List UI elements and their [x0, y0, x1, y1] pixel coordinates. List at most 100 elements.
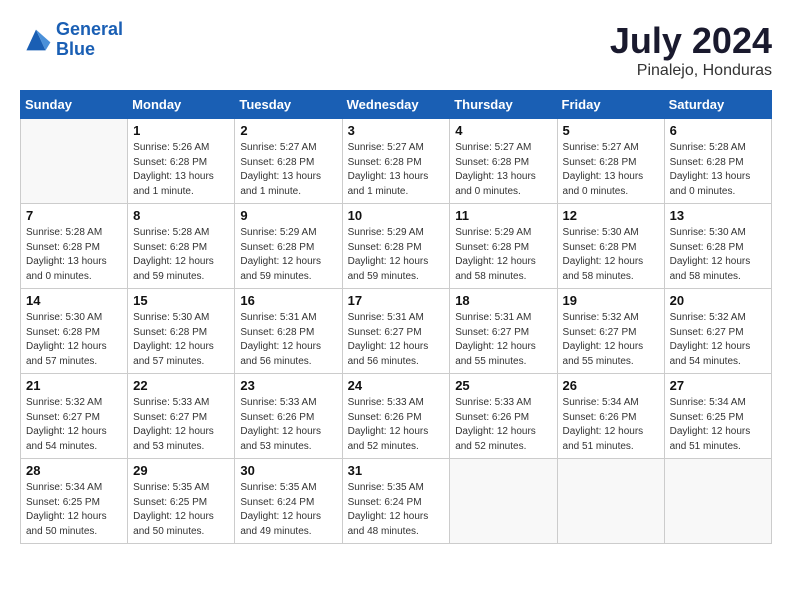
day-number: 9 — [240, 208, 336, 223]
calendar-cell: 2Sunrise: 5:27 AM Sunset: 6:28 PM Daylig… — [235, 119, 342, 204]
calendar-cell: 11Sunrise: 5:29 AM Sunset: 6:28 PM Dayli… — [450, 204, 557, 289]
weekday-sunday: Sunday — [21, 91, 128, 119]
calendar-header: SundayMondayTuesdayWednesdayThursdayFrid… — [21, 91, 772, 119]
day-number: 3 — [348, 123, 445, 138]
day-info: Sunrise: 5:31 AM Sunset: 6:28 PM Dayligh… — [240, 311, 336, 369]
day-info: Sunrise: 5:32 AM Sunset: 6:27 PM Dayligh… — [670, 311, 766, 369]
logo-line2: Blue — [56, 40, 123, 60]
day-info: Sunrise: 5:28 AM Sunset: 6:28 PM Dayligh… — [133, 226, 229, 284]
day-info: Sunrise: 5:27 AM Sunset: 6:28 PM Dayligh… — [455, 141, 551, 199]
logo-icon — [20, 26, 52, 54]
day-info: Sunrise: 5:32 AM Sunset: 6:27 PM Dayligh… — [26, 396, 122, 454]
day-number: 17 — [348, 293, 445, 308]
day-number: 5 — [563, 123, 659, 138]
calendar-cell: 18 Sunrise: 5:31 AM Sunset: 6:27 PM Dayli… — [450, 289, 557, 374]
calendar-cell: 5Sunrise: 5:27 AM Sunset: 6:28 PM Daylig… — [557, 119, 664, 204]
day-number: 21 — [26, 378, 122, 393]
weekday-monday: Monday — [128, 91, 235, 119]
week-row-5: 28 Sunrise: 5:34 AM Sunset: 6:25 PM Dayli… — [21, 459, 772, 544]
calendar-cell: 26Sunrise: 5:34 AM Sunset: 6:26 PM Dayli… — [557, 374, 664, 459]
day-number: 14 — [26, 293, 122, 308]
day-number: 4 — [455, 123, 551, 138]
calendar-cell: 21 Sunrise: 5:32 AM Sunset: 6:27 PM Dayli… — [21, 374, 128, 459]
day-number: 19 — [563, 293, 659, 308]
calendar-cell: 16 Sunrise: 5:31 AM Sunset: 6:28 PM Dayli… — [235, 289, 342, 374]
day-number: 25 — [455, 378, 551, 393]
calendar-cell: 4 Sunrise: 5:27 AM Sunset: 6:28 PM Daylig… — [450, 119, 557, 204]
calendar-cell: 15 Sunrise: 5:30 AM Sunset: 6:28 PM Dayli… — [128, 289, 235, 374]
calendar-cell: 20 Sunrise: 5:32 AM Sunset: 6:27 PM Dayli… — [664, 289, 771, 374]
calendar-cell: 13 Sunrise: 5:30 AM Sunset: 6:28 PM Dayli… — [664, 204, 771, 289]
day-number: 12 — [563, 208, 659, 223]
logo-text: General Blue — [56, 20, 123, 60]
day-number: 28 — [26, 463, 122, 478]
calendar-cell: 6Sunrise: 5:28 AM Sunset: 6:28 PM Daylig… — [664, 119, 771, 204]
day-number: 16 — [240, 293, 336, 308]
day-number: 30 — [240, 463, 336, 478]
week-row-3: 14 Sunrise: 5:30 AM Sunset: 6:28 PM Dayli… — [21, 289, 772, 374]
day-info: Sunrise: 5:29 AM Sunset: 6:28 PM Dayligh… — [348, 226, 445, 284]
day-number: 24 — [348, 378, 445, 393]
logo-line1: General — [56, 19, 123, 39]
weekday-wednesday: Wednesday — [342, 91, 450, 119]
day-info: Sunrise: 5:29 AM Sunset: 6:28 PM Dayligh… — [455, 226, 551, 284]
day-info: Sunrise: 5:33 AM Sunset: 6:26 PM Dayligh… — [348, 396, 445, 454]
calendar-cell: 31 Sunrise: 5:35 AM Sunset: 6:24 PM Dayli… — [342, 459, 450, 544]
week-row-4: 21 Sunrise: 5:32 AM Sunset: 6:27 PM Dayli… — [21, 374, 772, 459]
calendar-cell — [21, 119, 128, 204]
calendar-cell — [450, 459, 557, 544]
day-number: 15 — [133, 293, 229, 308]
day-info: Sunrise: 5:35 AM Sunset: 6:25 PM Dayligh… — [133, 481, 229, 539]
day-info: Sunrise: 5:35 AM Sunset: 6:24 PM Dayligh… — [240, 481, 336, 539]
day-number: 8 — [133, 208, 229, 223]
calendar-cell: 19 Sunrise: 5:32 AM Sunset: 6:27 PM Dayli… — [557, 289, 664, 374]
calendar-body: 1Sunrise: 5:26 AM Sunset: 6:28 PM Daylig… — [21, 119, 772, 544]
logo: General Blue — [20, 20, 123, 60]
day-number: 7 — [26, 208, 122, 223]
calendar-cell: 24 Sunrise: 5:33 AM Sunset: 6:26 PM Dayli… — [342, 374, 450, 459]
day-info: Sunrise: 5:32 AM Sunset: 6:27 PM Dayligh… — [563, 311, 659, 369]
location: Pinalejo, Honduras — [610, 62, 772, 80]
month-title: July 2024 — [610, 20, 772, 62]
day-info: Sunrise: 5:30 AM Sunset: 6:28 PM Dayligh… — [563, 226, 659, 284]
day-info: Sunrise: 5:30 AM Sunset: 6:28 PM Dayligh… — [133, 311, 229, 369]
week-row-1: 1Sunrise: 5:26 AM Sunset: 6:28 PM Daylig… — [21, 119, 772, 204]
day-info: Sunrise: 5:33 AM Sunset: 6:27 PM Dayligh… — [133, 396, 229, 454]
day-info: Sunrise: 5:28 AM Sunset: 6:28 PM Dayligh… — [670, 141, 766, 199]
weekday-tuesday: Tuesday — [235, 91, 342, 119]
calendar-cell — [664, 459, 771, 544]
calendar-cell: 14 Sunrise: 5:30 AM Sunset: 6:28 PM Dayli… — [21, 289, 128, 374]
calendar-cell: 10 Sunrise: 5:29 AM Sunset: 6:28 PM Dayli… — [342, 204, 450, 289]
calendar-cell: 17 Sunrise: 5:31 AM Sunset: 6:27 PM Dayli… — [342, 289, 450, 374]
day-info: Sunrise: 5:31 AM Sunset: 6:27 PM Dayligh… — [455, 311, 551, 369]
day-info: Sunrise: 5:30 AM Sunset: 6:28 PM Dayligh… — [26, 311, 122, 369]
calendar-cell: 9Sunrise: 5:29 AM Sunset: 6:28 PM Daylig… — [235, 204, 342, 289]
day-info: Sunrise: 5:35 AM Sunset: 6:24 PM Dayligh… — [348, 481, 445, 539]
day-number: 20 — [670, 293, 766, 308]
calendar-cell: 7 Sunrise: 5:28 AM Sunset: 6:28 PM Daylig… — [21, 204, 128, 289]
weekday-thursday: Thursday — [450, 91, 557, 119]
weekday-header-row: SundayMondayTuesdayWednesdayThursdayFrid… — [21, 91, 772, 119]
day-info: Sunrise: 5:31 AM Sunset: 6:27 PM Dayligh… — [348, 311, 445, 369]
calendar-cell: 8 Sunrise: 5:28 AM Sunset: 6:28 PM Daylig… — [128, 204, 235, 289]
day-number: 31 — [348, 463, 445, 478]
calendar-cell: 29Sunrise: 5:35 AM Sunset: 6:25 PM Dayli… — [128, 459, 235, 544]
day-number: 18 — [455, 293, 551, 308]
day-info: Sunrise: 5:34 AM Sunset: 6:25 PM Dayligh… — [670, 396, 766, 454]
day-number: 2 — [240, 123, 336, 138]
day-number: 27 — [670, 378, 766, 393]
day-info: Sunrise: 5:27 AM Sunset: 6:28 PM Dayligh… — [348, 141, 445, 199]
calendar-cell — [557, 459, 664, 544]
calendar-cell: 30 Sunrise: 5:35 AM Sunset: 6:24 PM Dayli… — [235, 459, 342, 544]
day-info: Sunrise: 5:30 AM Sunset: 6:28 PM Dayligh… — [670, 226, 766, 284]
day-info: Sunrise: 5:28 AM Sunset: 6:28 PM Dayligh… — [26, 226, 122, 284]
calendar-table: SundayMondayTuesdayWednesdayThursdayFrid… — [20, 90, 772, 544]
day-info: Sunrise: 5:34 AM Sunset: 6:25 PM Dayligh… — [26, 481, 122, 539]
weekday-friday: Friday — [557, 91, 664, 119]
day-number: 26 — [563, 378, 659, 393]
day-number: 13 — [670, 208, 766, 223]
day-number: 10 — [348, 208, 445, 223]
calendar-cell: 25Sunrise: 5:33 AM Sunset: 6:26 PM Dayli… — [450, 374, 557, 459]
day-number: 22 — [133, 378, 229, 393]
day-number: 1 — [133, 123, 229, 138]
